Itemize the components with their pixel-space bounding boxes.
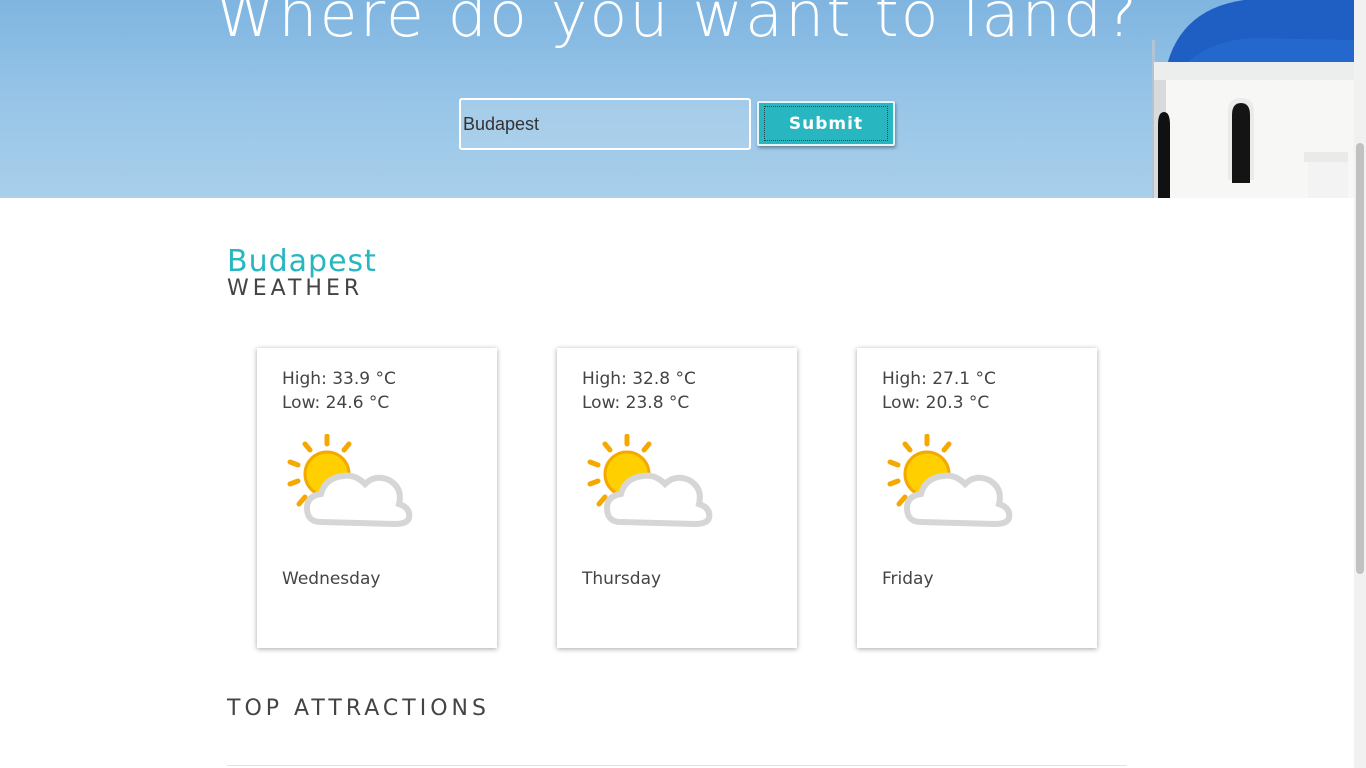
low-temp: Low: 20.3 °C: [882, 393, 990, 413]
forecast-card: High: 32.8 °C Low: 23.8 °C Thursday: [557, 348, 797, 648]
forecast-card: High: 33.9 °C Low: 24.6 °C Wednesday: [257, 348, 497, 648]
submit-button[interactable]: Submit: [757, 101, 895, 146]
day-name: Friday: [882, 569, 934, 589]
high-temp: High: 27.1 °C: [882, 369, 996, 389]
submit-button-label: Submit: [764, 106, 888, 141]
scrollbar-thumb[interactable]: [1356, 143, 1364, 574]
church-tower-image: [1152, 0, 1354, 198]
forecast-card: High: 27.1 °C Low: 20.3 °C Friday: [857, 348, 1097, 648]
partly-cloudy-icon: [287, 434, 413, 528]
city-name: Budapest: [227, 244, 377, 279]
low-temp: Low: 24.6 °C: [282, 393, 390, 413]
partly-cloudy-icon: [587, 434, 713, 528]
high-temp: High: 33.9 °C: [282, 369, 396, 389]
section-divider: [227, 765, 1127, 766]
hero-banner: Where do you want to land? Submit: [0, 0, 1354, 198]
low-temp: Low: 23.8 °C: [582, 393, 690, 413]
top-attractions-heading: TOP ATTRACTIONS: [227, 696, 490, 721]
weather-heading: WEATHER: [227, 276, 364, 301]
city-search-input[interactable]: [459, 98, 751, 150]
day-name: Thursday: [582, 569, 662, 589]
high-temp: High: 32.8 °C: [582, 369, 696, 389]
day-name: Wednesday: [282, 569, 381, 589]
partly-cloudy-icon: [887, 434, 1013, 528]
